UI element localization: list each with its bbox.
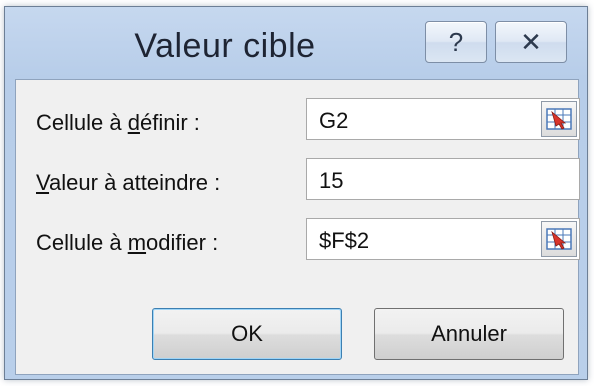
set-cell-label-accesskey: d	[127, 110, 140, 135]
to-value-field[interactable]: 15	[306, 158, 580, 200]
set-cell-field[interactable]: G2	[306, 98, 580, 140]
dialog-title: Valeur cible	[134, 27, 316, 65]
to-value-label: Valeur à atteindre :	[36, 170, 220, 196]
to-value-label-accesskey: V	[36, 170, 50, 195]
range-select-icon	[546, 108, 572, 130]
set-cell-label-pre: Cellule à	[36, 110, 128, 135]
changing-cell-label-accesskey: m	[127, 230, 147, 255]
cancel-button[interactable]: Annuler	[374, 308, 564, 360]
changing-cell-value: $F$2	[319, 228, 370, 253]
changing-cell-range-button[interactable]	[541, 221, 577, 257]
dialog-body: Cellule à définir : G2 Valeur à atteindr…	[15, 79, 580, 375]
changing-cell-label-pre: Cellule à	[36, 230, 128, 255]
to-value-value: 15	[319, 168, 344, 193]
changing-cell-label-post: odifier :	[146, 230, 219, 255]
to-value-label-post: aleur à atteindre :	[49, 170, 221, 195]
close-button[interactable]: ✕	[495, 21, 567, 63]
changing-cell-label: Cellule à modifier :	[36, 230, 218, 256]
set-cell-label-post: éfinir :	[139, 110, 200, 135]
goal-seek-dialog: Valeur cible ? ✕ Cellule à définir : G2	[4, 6, 588, 380]
set-cell-label: Cellule à définir :	[36, 110, 200, 136]
title-bar[interactable]: Valeur cible ? ✕	[5, 7, 587, 79]
help-button[interactable]: ?	[425, 21, 487, 63]
range-select-icon	[546, 228, 572, 250]
set-cell-range-button[interactable]	[541, 101, 577, 137]
ok-button[interactable]: OK	[152, 308, 342, 360]
changing-cell-field[interactable]: $F$2	[306, 218, 580, 260]
help-icon: ?	[448, 26, 464, 57]
set-cell-value: G2	[319, 108, 349, 133]
close-icon: ✕	[520, 26, 542, 57]
